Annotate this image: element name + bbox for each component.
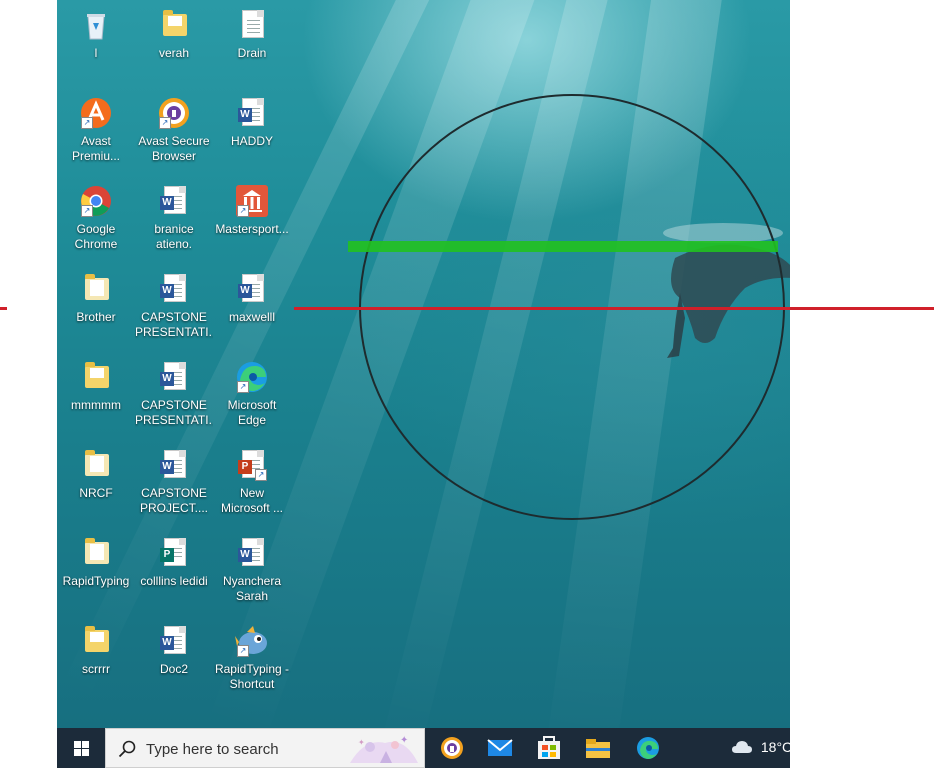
- desktop-icon-label: l: [94, 46, 98, 60]
- folder-icon: [79, 360, 113, 394]
- taskbar: Type here to search ✦ ✦ 18°C: [57, 728, 792, 768]
- desktop-icon-label: Drain: [237, 46, 267, 60]
- store-icon[interactable]: [534, 734, 564, 762]
- desktop-icon-label: CAPSTONE PRESENTATI...: [135, 310, 213, 339]
- mail-icon[interactable]: [485, 734, 515, 762]
- desktop-icon-word[interactable]: Wbranice atieno.: [135, 184, 213, 252]
- desktop-icon-word[interactable]: W HADDY: [213, 96, 291, 149]
- desktop-icon-avast-browser[interactable]: ↗ Avast Secure Browser: [135, 96, 213, 164]
- desktop-icon-word[interactable]: W Doc2: [135, 624, 213, 677]
- desktop-icon-label: Avast Premiu...: [71, 134, 120, 163]
- word-icon: W: [157, 448, 191, 482]
- edge-icon[interactable]: [633, 734, 663, 762]
- desktop-icon-recycle-bin[interactable]: l: [57, 8, 135, 61]
- rapidtyping-icon: ↗: [235, 624, 269, 658]
- desktop-icon-label: Brother: [76, 310, 116, 324]
- desktop-icon-label: New Microsoft ...: [220, 486, 283, 515]
- desktop-icon-label: NRCF: [79, 486, 113, 500]
- green-line-overlay: [348, 241, 778, 252]
- desktop-icon-folder-doc[interactable]: RapidTyping: [57, 536, 135, 589]
- word-icon: W: [157, 184, 191, 218]
- desktop-icon-rapidtyping[interactable]: ↗ RapidTyping - Shortcut: [213, 624, 291, 692]
- chrome-icon: ↗: [79, 184, 113, 218]
- search-input[interactable]: Type here to search ✦ ✦: [105, 728, 425, 768]
- word-icon: W: [235, 536, 269, 570]
- folder-doc-icon: [79, 448, 113, 482]
- desktop-icon-label: verah: [158, 46, 190, 60]
- desktop-icon-word[interactable]: W CAPSTONE PRESENTATI...: [135, 272, 213, 340]
- recycle-bin-icon: [79, 8, 113, 42]
- svg-text:✦: ✦: [358, 738, 365, 747]
- text-file-icon: [235, 8, 269, 42]
- desktop-icon-folder-doc[interactable]: Brother: [57, 272, 135, 325]
- desktop-icon-chrome[interactable]: ↗ Google Chrome: [57, 184, 135, 252]
- word-icon: W: [235, 272, 269, 306]
- desktop-icon-label: Google Chrome: [74, 222, 118, 251]
- desktop-icon-label: mmmmm: [71, 398, 121, 412]
- desktop-icon-word[interactable]: W CAPSTONE PROJECT....: [135, 448, 213, 516]
- edge-icon: ↗: [235, 360, 269, 394]
- publisher-icon: P: [157, 536, 191, 570]
- desktop-icon-powerpoint[interactable]: P ↗ New Microsoft ...: [213, 448, 291, 516]
- mastersport-icon: ↗: [235, 184, 269, 218]
- word-icon: W: [157, 272, 191, 306]
- desktop-icon-word[interactable]: W CAPSTONE PRESENTATI...: [135, 360, 213, 428]
- desktop-icon-label: Doc2: [159, 662, 188, 676]
- word-icon: W: [157, 360, 191, 394]
- desktop-icon-publisher[interactable]: Pcolllins ledidi: [135, 536, 213, 589]
- avast-browser-icon: ↗: [157, 96, 191, 130]
- desktop-icon-folder[interactable]: mmmmm: [57, 360, 135, 413]
- desktop-icon-label: maxwelll: [228, 310, 275, 324]
- folder-doc-icon: [79, 536, 113, 570]
- desktop-icon-label: branice atieno.: [154, 222, 194, 251]
- avast-icon: ↗: [79, 96, 113, 130]
- search-icon: [118, 740, 136, 758]
- desktop-icon-label: RapidTyping - Shortcut: [214, 662, 290, 691]
- desktop-icon-text-file[interactable]: Drain: [213, 8, 291, 61]
- start-button[interactable]: [57, 728, 105, 768]
- desktop-icon-label: colllins ledidi: [140, 574, 208, 588]
- weather-temperature: 18°C: [760, 739, 793, 756]
- folder-icon: [157, 8, 191, 42]
- weather-widget[interactable]: 18°C: [731, 738, 792, 758]
- desktop-icon-mastersport[interactable]: ↗ Mastersport...: [213, 184, 291, 237]
- desktop-icon-label: CAPSTONE PROJECT....: [139, 486, 208, 515]
- desktop-icon-label: HADDY: [230, 134, 273, 148]
- desktop-icon-label: scrrrr: [82, 662, 110, 676]
- avast-secure-browser-icon[interactable]: [437, 734, 467, 762]
- cloud-icon: [732, 741, 752, 754]
- word-icon: W: [235, 96, 269, 130]
- desktop-icon-label: CAPSTONE PRESENTATI...: [135, 398, 213, 427]
- red-line-overlay: [294, 307, 934, 310]
- folder-icon: [79, 624, 113, 658]
- file-explorer-icon[interactable]: [583, 734, 613, 762]
- desktop-icon-word[interactable]: Wmaxwelll: [213, 272, 291, 325]
- search-placeholder: Type here to search: [146, 741, 279, 758]
- desktop-icon-folder[interactable]: verah: [135, 8, 213, 61]
- word-icon: W: [157, 624, 191, 658]
- svg-text:✦: ✦: [400, 735, 408, 746]
- powerpoint-icon: P ↗: [235, 448, 269, 482]
- desktop-icon-word[interactable]: W Nyanchera Sarah: [213, 536, 291, 604]
- search-highlight-illustration-icon: ✦ ✦: [350, 735, 418, 763]
- desktop-icon-label: Mastersport...: [215, 222, 289, 236]
- desktop-icon-folder-doc[interactable]: NRCF: [57, 448, 135, 501]
- desktop-icon-label: Avast Secure Browser: [138, 134, 210, 163]
- desktop-icon-label: RapidTyping: [62, 574, 130, 588]
- desktop-icon-edge[interactable]: ↗ Microsoft Edge: [213, 360, 291, 428]
- desktop-icon-folder[interactable]: scrrrr: [57, 624, 135, 677]
- desktop-icon-avast[interactable]: ↗ Avast Premiu...: [57, 96, 135, 164]
- folder-doc-icon: [79, 272, 113, 306]
- red-line-marker: [0, 307, 7, 310]
- desktop-icon-label: Microsoft Edge: [227, 398, 277, 427]
- desktop-icon-label: Nyanchera Sarah: [222, 574, 282, 603]
